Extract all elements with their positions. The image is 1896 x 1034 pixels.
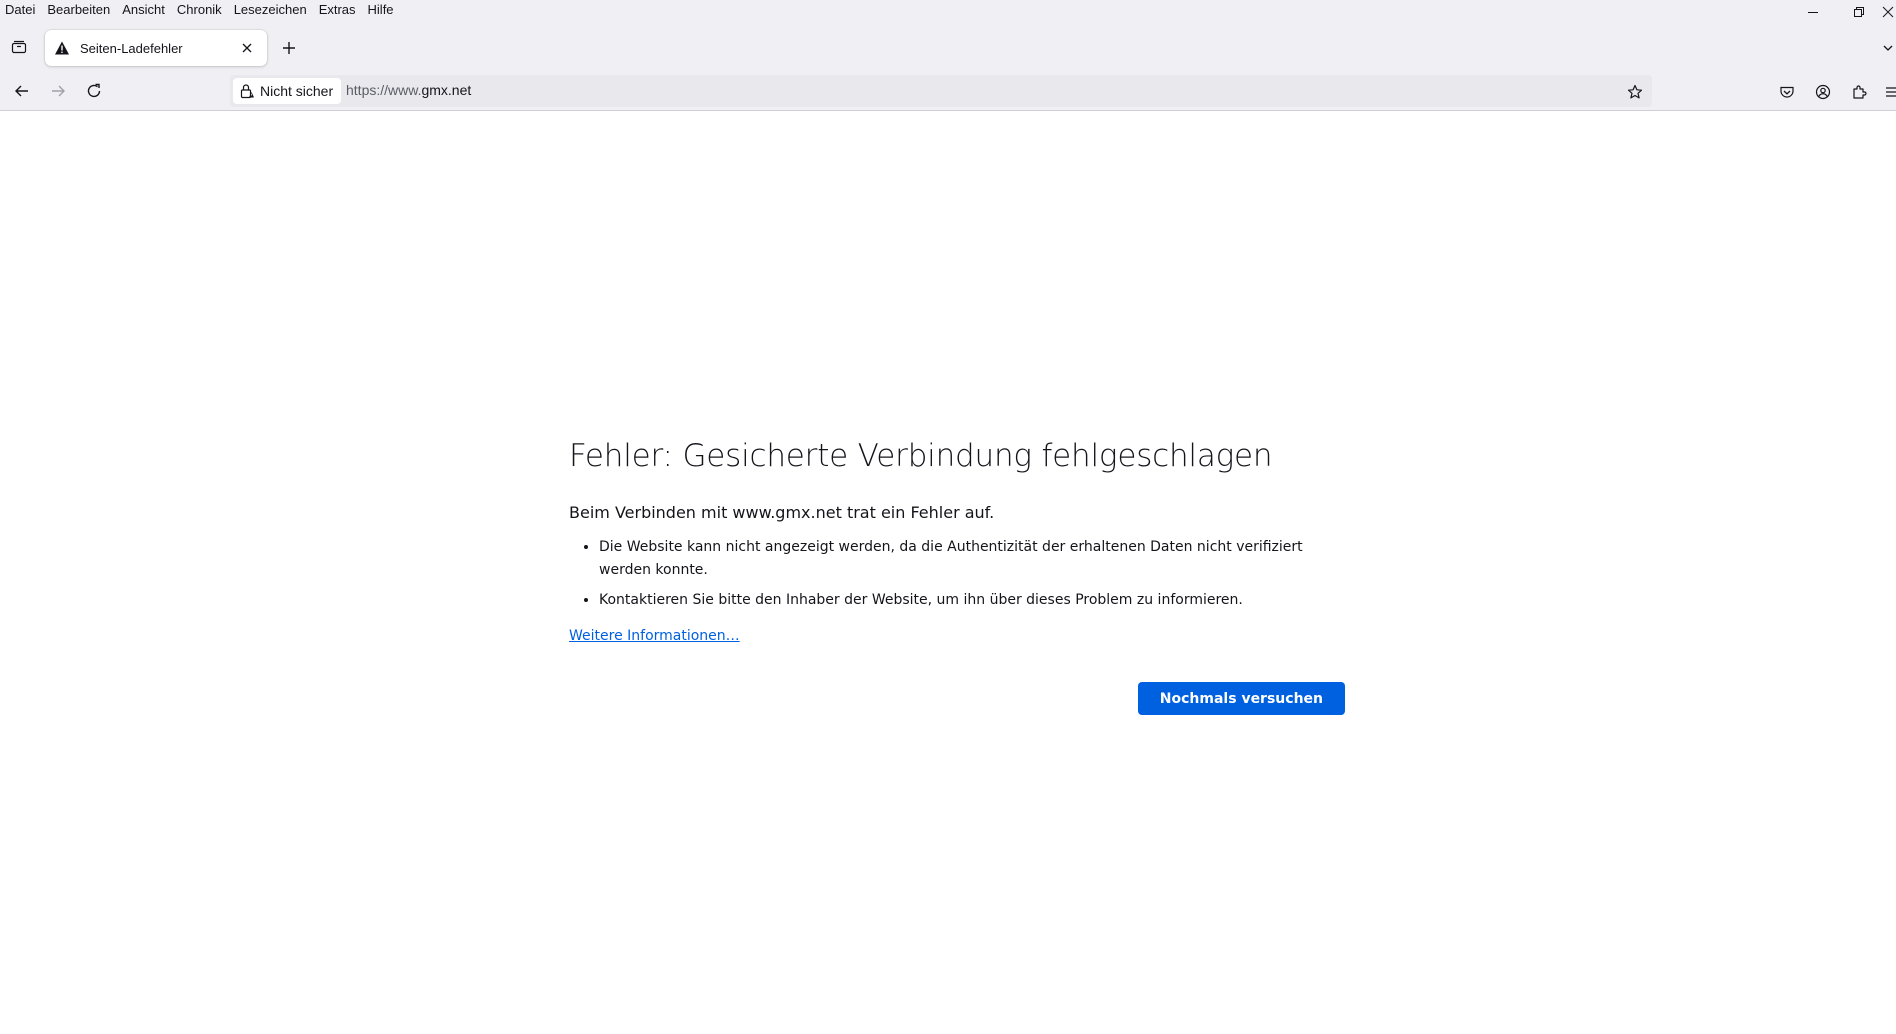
minimize-button[interactable] xyxy=(1790,0,1836,24)
error-details-list: Die Website kann nicht angezeigt werden,… xyxy=(569,536,1345,612)
arrow-left-icon xyxy=(15,85,28,97)
menu-bearbeiten[interactable]: Bearbeiten xyxy=(41,2,116,17)
error-title: Fehler: Gesicherte Verbindung fehlgeschl… xyxy=(569,438,1273,474)
menu-bar: Datei Bearbeiten Ansicht Chronik Lesezei… xyxy=(0,0,400,18)
account-icon xyxy=(1815,84,1831,100)
learn-more-link[interactable]: Weitere Informationen… xyxy=(569,628,740,644)
url-text[interactable]: https://www.gmx.net xyxy=(346,82,471,98)
menu-ansicht[interactable]: Ansicht xyxy=(116,2,171,17)
reload-icon xyxy=(87,83,101,98)
restore-button[interactable] xyxy=(1836,0,1882,24)
menu-lesezeichen[interactable]: Lesezeichen xyxy=(228,2,313,17)
close-icon xyxy=(1882,6,1894,18)
extensions-button[interactable] xyxy=(1848,81,1870,103)
warning-icon xyxy=(54,40,70,56)
menu-extras[interactable]: Extras xyxy=(313,2,362,17)
tab-overview-icon xyxy=(11,40,27,54)
tab-overview-button[interactable] xyxy=(8,36,30,58)
navigation-toolbar: Nicht sicher https://www.gmx.net xyxy=(0,72,1896,110)
list-item: Die Website kann nicht angezeigt werden,… xyxy=(599,536,1345,582)
error-button-row: Nochmals versuchen xyxy=(569,682,1345,716)
tab-close-button[interactable] xyxy=(237,38,257,58)
minimize-icon xyxy=(1808,12,1818,13)
menu-icon xyxy=(1886,87,1896,97)
close-icon xyxy=(242,43,252,53)
identity-label: Nicht sicher xyxy=(260,83,334,99)
forward-button[interactable] xyxy=(45,78,71,104)
star-icon xyxy=(1627,84,1643,99)
url-prefix: https://www. xyxy=(346,82,422,98)
restore-icon xyxy=(1854,7,1864,17)
url-host: gmx.net xyxy=(421,82,472,98)
page-content: Fehler: Gesicherte Verbindung fehlgeschl… xyxy=(0,111,1896,1034)
pocket-icon xyxy=(1780,86,1794,98)
window-controls xyxy=(1790,0,1896,24)
back-button[interactable] xyxy=(9,78,35,104)
close-window-button[interactable] xyxy=(1882,0,1896,24)
new-tab-button[interactable] xyxy=(277,36,301,60)
list-all-tabs-button[interactable] xyxy=(1882,36,1896,60)
arrow-right-icon xyxy=(52,85,65,97)
error-page: Fehler: Gesicherte Verbindung fehlgeschl… xyxy=(569,436,1345,716)
pocket-button[interactable] xyxy=(1776,81,1798,103)
tab-strip: Seiten-Ladefehler xyxy=(0,28,1896,68)
app-menu-button[interactable] xyxy=(1884,81,1896,103)
menu-datei[interactable]: Datei xyxy=(0,2,41,17)
error-intro: Beim Verbinden mit www.gmx.net trat ein … xyxy=(569,503,995,522)
tab-seiten-ladefehler[interactable]: Seiten-Ladefehler xyxy=(45,30,267,66)
menu-hilfe[interactable]: Hilfe xyxy=(362,2,400,17)
reload-button[interactable] xyxy=(81,78,107,104)
browser-chrome: Datei Bearbeiten Ansicht Chronik Lesezei… xyxy=(0,0,1896,111)
menu-chronik[interactable]: Chronik xyxy=(171,2,228,17)
insecure-lock-icon xyxy=(239,83,255,99)
tab-title: Seiten-Ladefehler xyxy=(80,40,183,56)
bookmark-button[interactable] xyxy=(1624,81,1646,103)
account-button[interactable] xyxy=(1812,81,1834,103)
plus-icon xyxy=(283,42,295,54)
list-item: Kontaktieren Sie bitte den Inhaber der W… xyxy=(599,589,1345,612)
extensions-icon xyxy=(1853,85,1867,99)
try-again-button[interactable]: Nochmals versuchen xyxy=(1137,682,1345,715)
chevron-down-icon xyxy=(1883,45,1893,51)
site-identity-button[interactable]: Nicht sicher xyxy=(233,78,342,104)
